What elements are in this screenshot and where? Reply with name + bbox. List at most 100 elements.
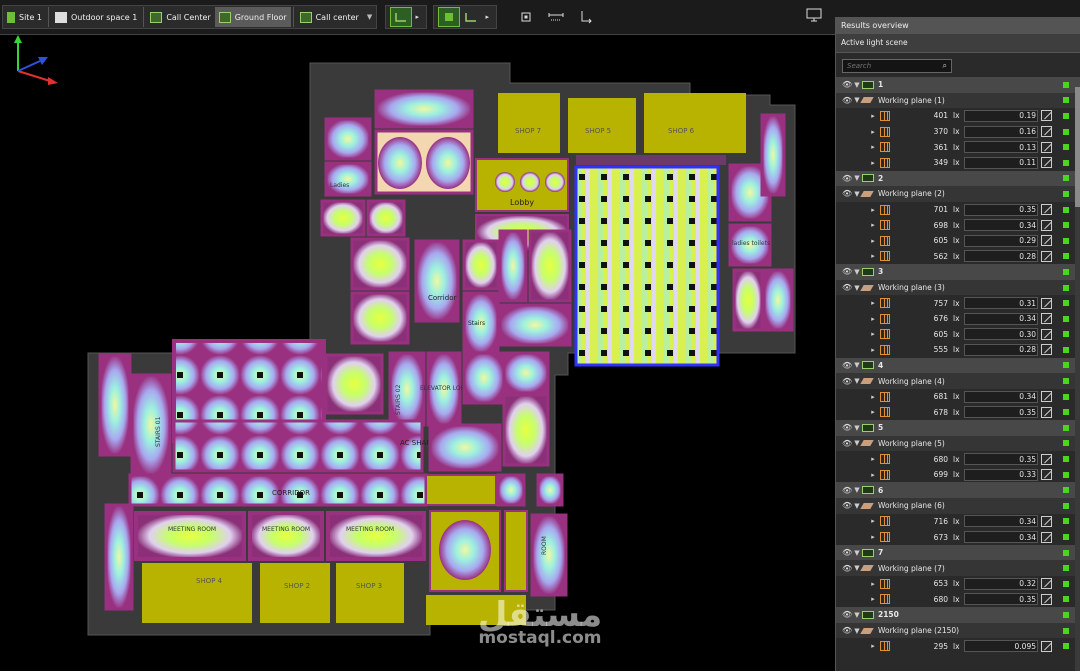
working-plane-row[interactable]: 👁 ▼ Working plane (6) xyxy=(836,498,1080,514)
eye-icon[interactable]: 👁 xyxy=(842,361,852,370)
working-plane-row[interactable]: 👁 ▼ Working plane (2150) xyxy=(836,622,1080,639)
result-row[interactable]: ▸ 295 lx 0.095 xyxy=(836,638,1080,654)
chevron-right-icon[interactable]: ▸ xyxy=(868,471,878,479)
chevron-down-icon[interactable]: ▼ xyxy=(852,174,862,182)
false-color-icon[interactable] xyxy=(1041,578,1052,590)
result-row[interactable]: ▸ 673 lx 0.34 xyxy=(836,529,1080,545)
chevron-right-icon[interactable]: ▸ xyxy=(868,206,878,214)
light-scene-header[interactable]: Active light scene xyxy=(836,34,1080,53)
eye-icon[interactable]: 👁 xyxy=(842,267,852,276)
chevron-right-icon[interactable]: ▸ xyxy=(868,393,878,401)
chevron-right-icon[interactable]: ▸ xyxy=(868,315,878,323)
result-row[interactable]: ▸ 605 lx 0.30 xyxy=(836,326,1080,343)
working-plane-row[interactable]: 👁 ▼ Working plane (7) xyxy=(836,560,1080,576)
wire-view-button[interactable] xyxy=(460,7,482,27)
eye-icon[interactable]: 👁 xyxy=(842,96,852,105)
group-row-6[interactable]: 👁 ▼ 6 xyxy=(836,482,1080,499)
chevron-right-icon[interactable]: ▸ xyxy=(868,330,878,338)
result-row[interactable]: ▸ 680 lx 0.35 xyxy=(836,591,1080,608)
false-color-icon[interactable] xyxy=(1041,593,1052,605)
monitor-icon[interactable] xyxy=(806,8,828,26)
result-row[interactable]: ▸ 678 lx 0.35 xyxy=(836,404,1080,421)
chevron-right-icon[interactable]: ▸ xyxy=(868,128,878,136)
group-row-5[interactable]: 👁 ▼ 5 xyxy=(836,420,1080,436)
working-plane-row[interactable]: 👁 ▼ Working plane (5) xyxy=(836,435,1080,452)
tab-site[interactable]: Site 1 xyxy=(3,7,46,27)
chevron-right-icon[interactable]: ▸ xyxy=(412,7,422,27)
result-row[interactable]: ▸ 676 lx 0.34 xyxy=(836,310,1080,327)
search-icon[interactable]: ⌕ xyxy=(943,61,947,71)
chevron-down-icon[interactable]: ▼ xyxy=(852,486,862,494)
chevron-right-icon[interactable]: ▸ xyxy=(868,642,878,650)
result-row[interactable]: ▸ 401 lx 0.19 xyxy=(836,108,1080,124)
group-row-4[interactable]: 👁 ▼ 4 xyxy=(836,357,1080,374)
working-plane-row[interactable]: 👁 ▼ Working plane (3) xyxy=(836,279,1080,296)
false-color-icon[interactable] xyxy=(1041,250,1052,262)
false-color-icon[interactable] xyxy=(1041,204,1052,216)
result-row[interactable]: ▸ 699 lx 0.33 xyxy=(836,466,1080,483)
result-row[interactable]: ▸ 562 lx 0.28 xyxy=(836,248,1080,265)
working-plane-row[interactable]: 👁 ▼ Working plane (1) xyxy=(836,92,1080,109)
cad-viewport[interactable]: SHOP 7 SHOP 5 SHOP 6 Ladies Lobby ladies… xyxy=(0,35,834,671)
false-color-icon[interactable] xyxy=(1041,235,1052,247)
working-plane-row[interactable]: 👁 ▼ Working plane (2) xyxy=(836,186,1080,202)
eye-icon[interactable]: 👁 xyxy=(842,486,852,495)
false-color-icon[interactable] xyxy=(1041,515,1052,527)
solid-view-button[interactable] xyxy=(438,7,461,27)
chevron-right-icon[interactable]: ▸ xyxy=(868,346,878,354)
false-color-icon[interactable] xyxy=(1041,391,1052,403)
axis-gizmo[interactable] xyxy=(0,35,70,105)
scrollbar-thumb[interactable] xyxy=(1075,87,1080,207)
false-color-icon[interactable] xyxy=(1041,110,1052,122)
search-input[interactable] xyxy=(847,62,927,70)
chevron-right-icon[interactable]: ▸ xyxy=(868,143,878,151)
eye-icon[interactable]: 👁 xyxy=(842,423,852,432)
group-row-2[interactable]: 👁 ▼ 2 xyxy=(836,170,1080,187)
tab-floor[interactable]: Ground Floor xyxy=(214,7,291,27)
false-color-icon[interactable] xyxy=(1041,126,1052,138)
eye-icon[interactable]: 👁 xyxy=(842,189,852,198)
chevron-right-icon[interactable]: ▸ xyxy=(868,408,878,416)
result-row[interactable]: ▸ 698 lx 0.34 xyxy=(836,217,1080,233)
chevron-right-icon[interactable]: ▸ xyxy=(868,299,878,307)
false-color-icon[interactable] xyxy=(1041,531,1052,543)
result-row[interactable]: ▸ 757 lx 0.31 xyxy=(836,295,1080,311)
tab-building[interactable]: Call Center xyxy=(146,7,214,27)
chevron-down-icon[interactable]: ▼ xyxy=(852,81,862,89)
result-row[interactable]: ▸ 716 lx 0.34 xyxy=(836,513,1080,530)
eye-icon[interactable]: 👁 xyxy=(842,610,852,619)
false-color-icon[interactable] xyxy=(1041,157,1052,169)
false-color-icon[interactable] xyxy=(1041,297,1052,309)
group-row-2150[interactable]: 👁 ▼ 2150 xyxy=(836,607,1080,623)
plan-view-button[interactable] xyxy=(390,7,413,27)
result-row[interactable]: ▸ 605 lx 0.29 xyxy=(836,232,1080,249)
eye-icon[interactable]: 👁 xyxy=(842,174,852,183)
eye-icon[interactable]: 👁 xyxy=(842,564,852,573)
eye-icon[interactable]: 👁 xyxy=(842,501,852,510)
result-row[interactable]: ▸ 680 lx 0.35 xyxy=(836,451,1080,467)
group-row-3[interactable]: 👁 ▼ 3 xyxy=(836,264,1080,280)
false-color-icon[interactable] xyxy=(1041,344,1052,356)
chevron-down-icon[interactable]: ▼ xyxy=(367,13,372,21)
eye-icon[interactable]: 👁 xyxy=(842,548,852,557)
group-row-7[interactable]: 👁 ▼ 7 xyxy=(836,544,1080,561)
false-color-icon[interactable] xyxy=(1041,141,1052,153)
measure-icon[interactable] xyxy=(545,7,567,27)
false-color-icon[interactable] xyxy=(1041,406,1052,418)
chevron-down-icon[interactable]: ▼ xyxy=(852,611,862,619)
chevron-right-icon[interactable]: ▸ xyxy=(868,159,878,167)
result-row[interactable]: ▸ 370 lx 0.16 xyxy=(836,123,1080,140)
zoom-fit-icon[interactable] xyxy=(515,7,537,27)
chevron-right-icon[interactable]: ▸ xyxy=(868,533,878,541)
false-color-icon[interactable] xyxy=(1041,328,1052,340)
chevron-down-icon[interactable]: ▼ xyxy=(852,268,862,276)
result-row[interactable]: ▸ 681 lx 0.34 xyxy=(836,388,1080,405)
chevron-down-icon[interactable]: ▼ xyxy=(852,361,862,369)
chevron-right-icon[interactable]: ▸ xyxy=(868,112,878,120)
false-color-icon[interactable] xyxy=(1041,313,1052,325)
chevron-right-icon[interactable]: ▸ xyxy=(868,252,878,260)
chevron-right-icon[interactable]: ▸ xyxy=(868,580,878,588)
result-row[interactable]: ▸ 361 lx 0.13 xyxy=(836,139,1080,155)
tab-room[interactable]: Call center ▼ xyxy=(296,7,377,27)
group-row-1[interactable]: 👁 ▼ 1 xyxy=(836,77,1080,93)
